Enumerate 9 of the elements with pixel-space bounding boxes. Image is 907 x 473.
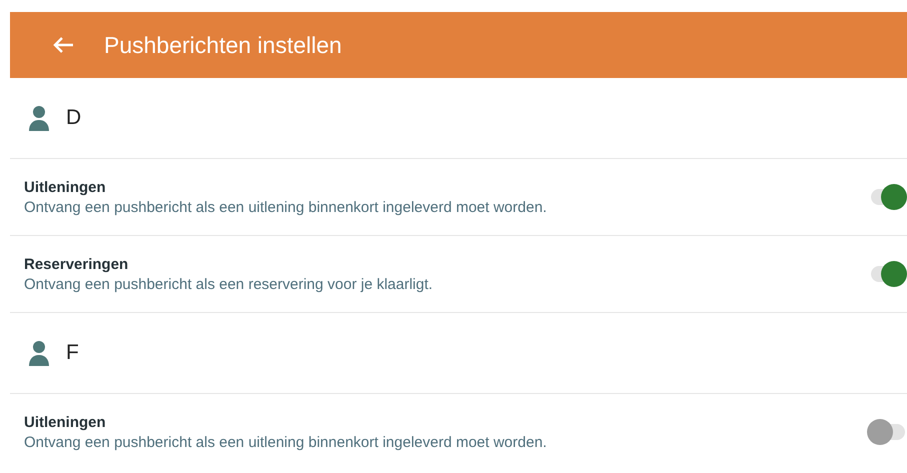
setting-description: Ontvang een pushbericht als een uitlening binnenkort ingeleverd moet worden.	[24, 198, 547, 216]
screen-title: Pushberichten instellen	[104, 32, 342, 58]
setting-title: Uitleningen	[24, 178, 107, 196]
account-name: F	[66, 341, 79, 365]
account-name: D	[66, 106, 82, 130]
setting-description: Ontvang een pushbericht als een reservering voor je klaarligt.	[24, 276, 433, 292]
setting-description: Ontvang een pushbericht als een uitlening binnenkort ingeleverd moet worden.	[24, 434, 547, 450]
setting-title: Uitleningen	[24, 414, 107, 430]
setting-title: Reserveringen	[24, 256, 130, 272]
